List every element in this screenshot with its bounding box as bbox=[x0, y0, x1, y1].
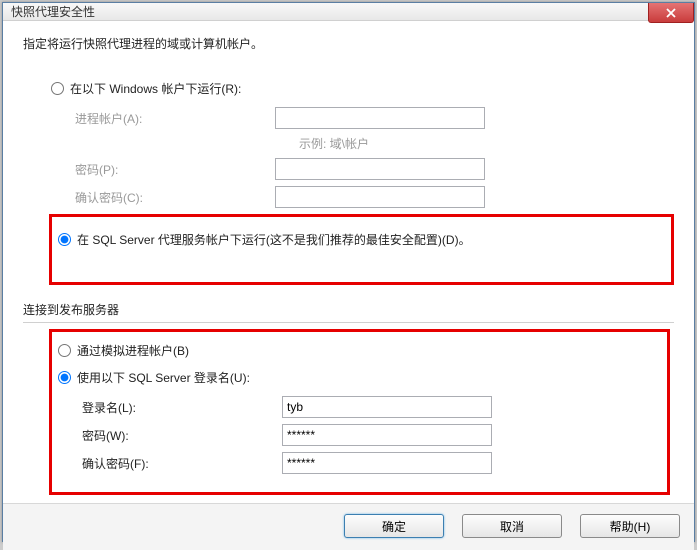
separator bbox=[23, 322, 674, 323]
sql-login-radio[interactable] bbox=[58, 371, 71, 384]
highlight-box-2: 通过模拟进程帐户(B) 使用以下 SQL Server 登录名(U): 登录名(… bbox=[49, 329, 670, 495]
button-bar: 确定 取消 帮助(H) bbox=[3, 503, 694, 550]
sql-agent-label[interactable]: 在 SQL Server 代理服务帐户下运行(这不是我们推荐的最佳安全配置)(D… bbox=[77, 231, 471, 248]
process-account-input bbox=[275, 107, 485, 129]
sql-login-label[interactable]: 使用以下 SQL Server 登录名(U): bbox=[77, 369, 250, 386]
connect-confirm-row: 确认密码(F): bbox=[82, 452, 661, 474]
confirm-password-input bbox=[275, 186, 485, 208]
dialog-window: 快照代理安全性 指定将运行快照代理进程的域或计算机帐户。 在以下 Windows… bbox=[2, 2, 695, 542]
connect-confirm-label: 确认密码(F): bbox=[82, 455, 282, 472]
sql-agent-radio-row: 在 SQL Server 代理服务帐户下运行(这不是我们推荐的最佳安全配置)(D… bbox=[58, 231, 665, 248]
impersonate-label[interactable]: 通过模拟进程帐户(B) bbox=[77, 342, 189, 359]
help-button[interactable]: 帮助(H) bbox=[580, 514, 680, 538]
password-label: 密码(P): bbox=[75, 161, 275, 178]
highlight-box-1: 在 SQL Server 代理服务帐户下运行(这不是我们推荐的最佳安全配置)(D… bbox=[49, 214, 674, 285]
close-button[interactable] bbox=[648, 3, 694, 23]
impersonate-radio-row: 通过模拟进程帐户(B) bbox=[58, 342, 661, 359]
instruction-text: 指定将运行快照代理进程的域或计算机帐户。 bbox=[23, 35, 674, 52]
login-input[interactable] bbox=[282, 396, 492, 418]
window-title: 快照代理安全性 bbox=[11, 3, 95, 20]
connect-section-title: 连接到发布服务器 bbox=[23, 301, 674, 318]
connect-confirm-input[interactable] bbox=[282, 452, 492, 474]
connect-password-row: 密码(W): bbox=[82, 424, 661, 446]
password-input bbox=[275, 158, 485, 180]
titlebar: 快照代理安全性 bbox=[3, 3, 694, 21]
dialog-content: 指定将运行快照代理进程的域或计算机帐户。 在以下 Windows 帐户下运行(R… bbox=[3, 21, 694, 503]
windows-account-radio[interactable] bbox=[51, 82, 64, 95]
connect-password-input[interactable] bbox=[282, 424, 492, 446]
cancel-button[interactable]: 取消 bbox=[462, 514, 562, 538]
windows-account-radio-row: 在以下 Windows 帐户下运行(R): bbox=[51, 80, 674, 97]
run-under-group: 在以下 Windows 帐户下运行(R): 进程帐户(A): 示例: 域\帐户 … bbox=[23, 70, 674, 293]
login-row: 登录名(L): bbox=[82, 396, 661, 418]
process-account-row: 进程帐户(A): bbox=[75, 107, 674, 129]
windows-account-label[interactable]: 在以下 Windows 帐户下运行(R): bbox=[70, 80, 241, 97]
close-icon bbox=[666, 8, 676, 18]
sql-login-radio-row: 使用以下 SQL Server 登录名(U): bbox=[58, 369, 661, 386]
login-label: 登录名(L): bbox=[82, 399, 282, 416]
impersonate-radio[interactable] bbox=[58, 344, 71, 357]
confirm-password-row: 确认密码(C): bbox=[75, 186, 674, 208]
example-text: 示例: 域\帐户 bbox=[299, 135, 674, 152]
connect-password-label: 密码(W): bbox=[82, 427, 282, 444]
confirm-password-label: 确认密码(C): bbox=[75, 189, 275, 206]
process-account-label: 进程帐户(A): bbox=[75, 110, 275, 127]
sql-agent-radio[interactable] bbox=[58, 233, 71, 246]
ok-button[interactable]: 确定 bbox=[344, 514, 444, 538]
password-row: 密码(P): bbox=[75, 158, 674, 180]
